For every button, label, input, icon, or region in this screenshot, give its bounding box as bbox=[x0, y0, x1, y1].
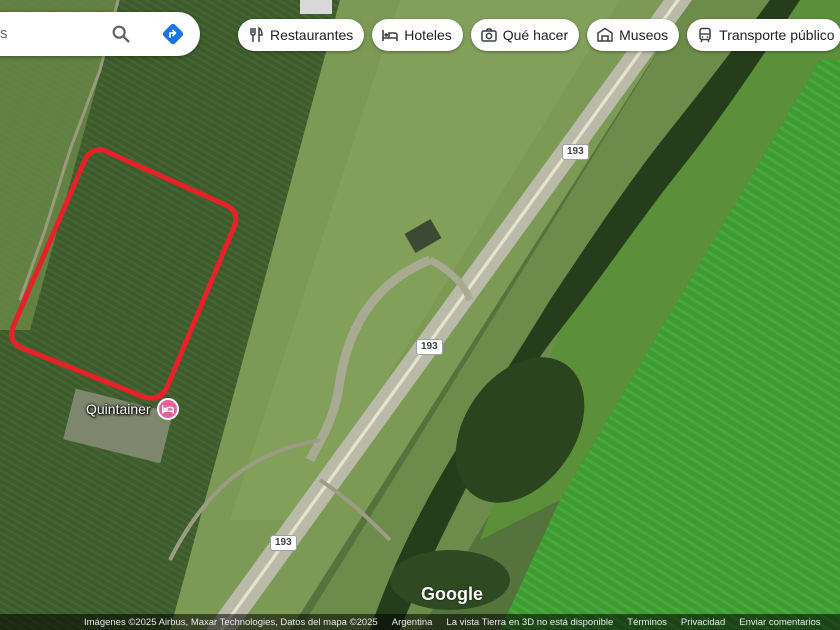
chip-label: Transporte público bbox=[719, 27, 835, 43]
chip-que-hacer[interactable]: Qué hacer bbox=[470, 19, 580, 51]
chip-label: Museos bbox=[619, 27, 669, 43]
attribution-bar: Imágenes ©2025 Airbus, Maxar Technologie… bbox=[0, 614, 840, 630]
place-label[interactable]: Quintainer bbox=[86, 401, 151, 417]
route-shield: 193 bbox=[270, 535, 297, 551]
chip-hoteles[interactable]: Hoteles bbox=[372, 19, 463, 51]
google-logo: Google bbox=[421, 584, 483, 604]
imagery-attribution: Imágenes ©2025 Airbus, Maxar Technologie… bbox=[84, 616, 378, 628]
directions-icon[interactable] bbox=[161, 22, 185, 46]
3d-notice: La vista Tierra en 3D no está disponible bbox=[446, 616, 614, 628]
chip-label: Hoteles bbox=[404, 27, 452, 43]
route-shield: 193 bbox=[416, 339, 443, 355]
restaurant-icon bbox=[250, 27, 263, 42]
privacy-link[interactable]: Privacidad bbox=[681, 617, 725, 628]
hotel-icon bbox=[382, 30, 399, 41]
chip-label: Restaurantes bbox=[270, 27, 354, 43]
museum-icon bbox=[597, 27, 613, 42]
chip-museos[interactable]: Museos bbox=[587, 19, 680, 51]
hotel-pin-icon[interactable] bbox=[157, 398, 179, 420]
chip-label: Qué hacer bbox=[502, 27, 569, 43]
camera-icon bbox=[481, 28, 497, 42]
chip-transporte-publico[interactable]: Transporte público bbox=[687, 19, 840, 51]
category-chips: Restaurantes Hoteles Qué hacer Museos Tr… bbox=[238, 19, 840, 51]
country-label: Argentina bbox=[391, 616, 433, 628]
satellite-map[interactable] bbox=[0, 0, 840, 630]
search-icon[interactable] bbox=[110, 23, 132, 45]
terms-link[interactable]: Términos bbox=[627, 617, 667, 628]
transit-icon bbox=[699, 27, 711, 43]
chip-restaurantes[interactable]: Restaurantes bbox=[238, 19, 365, 51]
search-input[interactable]: s bbox=[0, 25, 8, 42]
feedback-link[interactable]: Enviar comentarios bbox=[739, 617, 820, 628]
route-shield: 193 bbox=[562, 144, 589, 160]
search-box[interactable]: s bbox=[0, 12, 200, 56]
